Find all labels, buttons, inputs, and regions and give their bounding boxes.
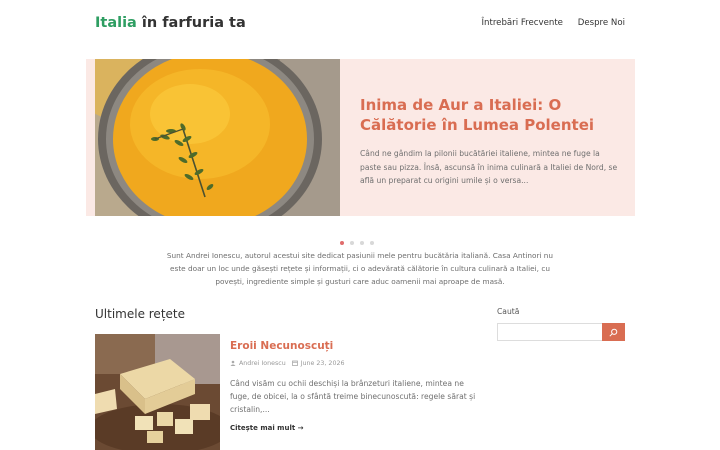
logo-accent: Italia [95, 15, 137, 31]
cheese-image[interactable] [95, 334, 220, 450]
user-icon [230, 360, 236, 366]
read-more-link[interactable]: Citește mai mult → [230, 424, 304, 432]
slider-dot-2[interactable] [350, 241, 354, 245]
post-excerpt: Când visăm cu ochii deschiși la brânzetu… [230, 379, 476, 414]
slider-dot-1[interactable] [340, 241, 344, 245]
post-title[interactable]: Eroii Necunoscuți [230, 340, 333, 352]
search-button[interactable] [602, 323, 625, 341]
hero-title[interactable]: Inima de Aur a Italiei: O Călătorie în L… [360, 95, 620, 135]
hero-slide[interactable]: Inima de Aur a Italiei: O Călătorie în L… [86, 59, 635, 216]
site-logo[interactable]: Italia în farfuria ta [95, 15, 246, 31]
logo-text: în farfuria ta [136, 15, 246, 31]
nav-faq[interactable]: Întrebări Frecvente [481, 18, 563, 28]
hero-text: Inima de Aur a Italiei: O Călătorie în L… [360, 95, 620, 188]
intro-text: Sunt Andrei Ionescu, autorul acestui sit… [166, 251, 554, 286]
post-date: June 23, 2026 [300, 360, 345, 367]
slider-dots [340, 230, 380, 245]
read-more-label: Citește mai mult [230, 424, 296, 432]
main-nav: Întrebări Frecvente Despre Noi [469, 18, 625, 28]
site-header: Italia în farfuria ta Întrebări Frecvent… [0, 0, 720, 48]
post-author[interactable]: Andrei Ionescu [239, 360, 286, 367]
slider-dot-4[interactable] [370, 241, 374, 245]
search-label: Caută [497, 307, 520, 316]
hero-excerpt: Când ne gândim la pilonii bucătăriei ita… [360, 149, 618, 185]
arrow-right-icon: → [297, 424, 304, 432]
latest-recipes-heading: Ultimele rețete [95, 307, 185, 321]
calendar-icon [291, 360, 298, 366]
search-input[interactable] [497, 323, 602, 341]
search-icon [609, 328, 618, 337]
polenta-image[interactable] [95, 59, 340, 216]
post-meta: Andrei Ionescu June 23, 2026 [230, 360, 344, 367]
nav-about[interactable]: Despre Noi [578, 18, 625, 28]
slider-dot-3[interactable] [360, 241, 364, 245]
